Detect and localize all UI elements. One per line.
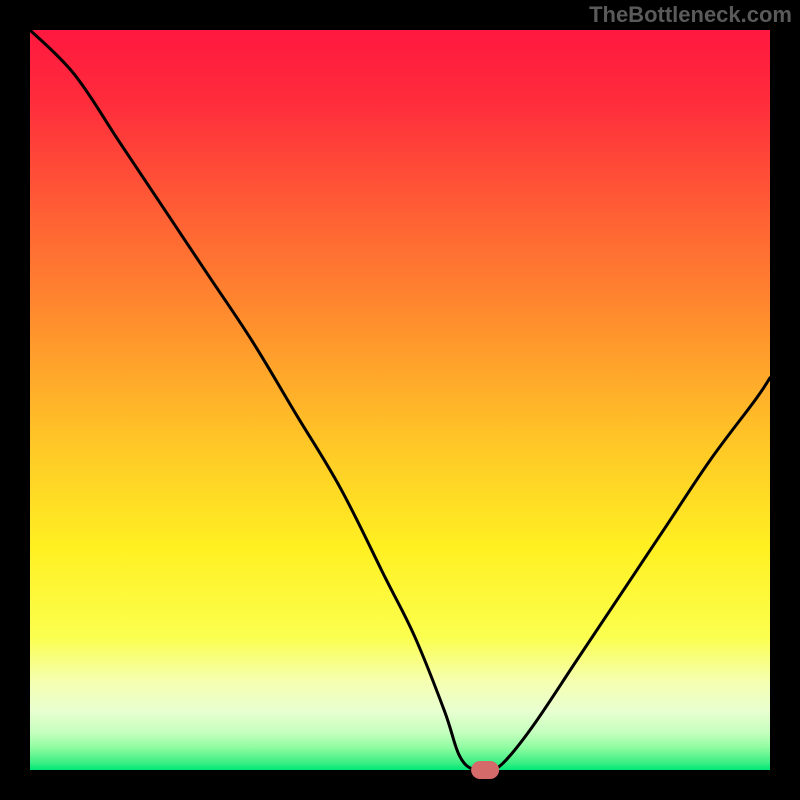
optimal-marker (471, 761, 499, 779)
gradient-background (30, 30, 770, 770)
chart-container: TheBottleneck.com (0, 0, 800, 800)
watermark-text: TheBottleneck.com (589, 2, 792, 28)
bottleneck-chart (0, 0, 800, 800)
